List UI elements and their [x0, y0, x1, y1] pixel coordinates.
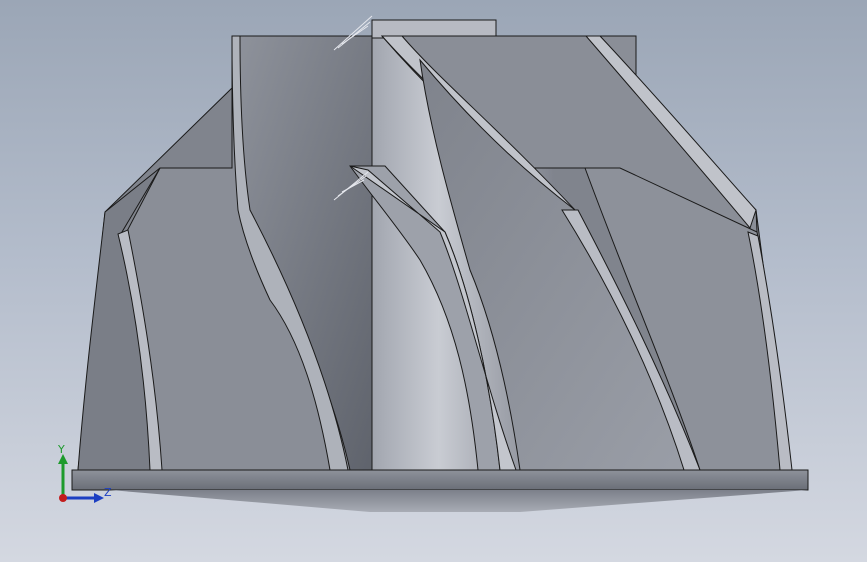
base-cone: [110, 490, 808, 512]
triad-y-label: Y: [58, 443, 65, 456]
triad-z-label: Z: [104, 486, 112, 499]
base-plate: [71, 469, 809, 491]
impeller-model[interactable]: [0, 0, 867, 562]
coordinate-triad: Y Z: [48, 440, 118, 510]
shaft-boss: [371, 19, 497, 39]
graphics-viewport[interactable]: Y Z: [0, 0, 867, 562]
